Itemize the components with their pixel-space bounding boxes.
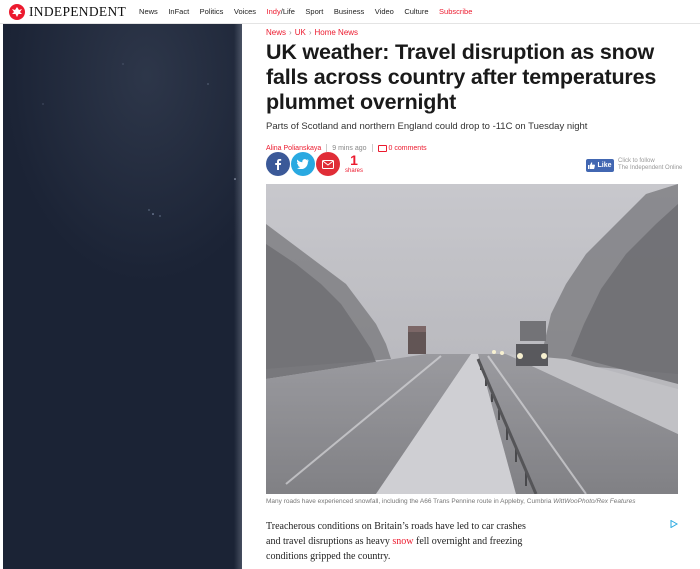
follow-text: Click to follow The Independent Online	[618, 158, 682, 172]
timestamp: 9 mins ago	[332, 144, 367, 152]
breadcrumb: News › UK › Home News	[266, 26, 686, 38]
caption-credit: WittWooPhoto/Rex Features	[553, 498, 636, 505]
breadcrumb-news[interactable]: News	[266, 28, 286, 37]
snow-link[interactable]: snow	[392, 536, 413, 547]
facebook-follow-widget: Like Click to follow The Independent Onl…	[586, 158, 682, 172]
independent-logo[interactable]: INDEPENDENT	[9, 3, 127, 20]
nav-infact[interactable]: InFact	[168, 7, 189, 16]
lead-photo[interactable]	[266, 184, 678, 494]
photo-caption: Many roads have experienced snowfall, in…	[266, 498, 678, 505]
follow-line-2: The Independent Online	[618, 165, 683, 171]
article-body-paragraph: Treacherous conditions on Britain’s road…	[266, 519, 526, 564]
article-standfirst: Parts of Scotland and northern England c…	[266, 121, 588, 132]
star-field	[42, 63, 236, 217]
nav-politics[interactable]: Politics	[200, 7, 224, 16]
breadcrumb-sep: ›	[308, 27, 312, 37]
byline-divider	[326, 144, 328, 152]
panel-edge	[234, 24, 242, 569]
logo-text: INDEPENDENT	[29, 3, 127, 19]
facebook-icon	[275, 159, 282, 170]
top-navigation: INDEPENDENT News InFact Politics Voices …	[0, 0, 700, 24]
play-triangle-icon	[670, 519, 678, 529]
share-count-number: 1	[350, 152, 358, 168]
follow-line-1: Click to follow	[618, 158, 655, 164]
facebook-share-button[interactable]	[266, 152, 290, 176]
breadcrumb-home-news[interactable]: Home News	[314, 28, 358, 37]
nav-subscribe[interactable]: Subscribe	[439, 7, 472, 16]
nav-indy-label: Indy	[266, 7, 281, 16]
share-count: 1 shares	[344, 152, 364, 175]
left-dark-panel	[3, 24, 242, 569]
nav-indy-life[interactable]: Indy/Life	[267, 7, 295, 16]
byline-divider	[371, 144, 373, 152]
nav-culture[interactable]: Culture	[404, 7, 428, 16]
email-share-button[interactable]	[316, 152, 340, 176]
ad-choices-icon[interactable]	[670, 519, 678, 529]
share-count-label: shares	[344, 168, 363, 174]
thumbs-up-icon	[588, 161, 596, 169]
nav-life-label: Life	[282, 7, 295, 16]
twitter-icon	[297, 159, 309, 169]
facebook-like-button[interactable]: Like	[586, 158, 614, 172]
snowy-road-image	[266, 184, 678, 494]
twitter-share-button[interactable]	[291, 152, 315, 176]
nav-news[interactable]: News	[139, 7, 158, 16]
nav-voices[interactable]: Voices	[234, 7, 256, 16]
article-header: News › UK › Home News UK weather: Travel…	[266, 26, 686, 153]
nav-sport[interactable]: Sport	[305, 7, 323, 16]
eagle-icon	[9, 3, 25, 20]
author-link[interactable]: Alina Polianskaya	[266, 145, 321, 152]
nav-business[interactable]: Business	[334, 7, 364, 16]
comment-icon	[377, 144, 387, 152]
article-headline: UK weather: Travel disruption as snow fa…	[266, 40, 657, 114]
nav-video[interactable]: Video	[375, 7, 394, 16]
caption-text: Many roads have experienced snowfall, in…	[266, 498, 552, 505]
breadcrumb-uk[interactable]: UK	[295, 28, 306, 37]
comments-count: 0 comments	[388, 144, 427, 152]
email-icon	[322, 159, 334, 169]
breadcrumb-sep: ›	[289, 27, 292, 37]
like-label: Like	[597, 161, 612, 169]
comments-link[interactable]: 0 comments	[377, 144, 427, 152]
